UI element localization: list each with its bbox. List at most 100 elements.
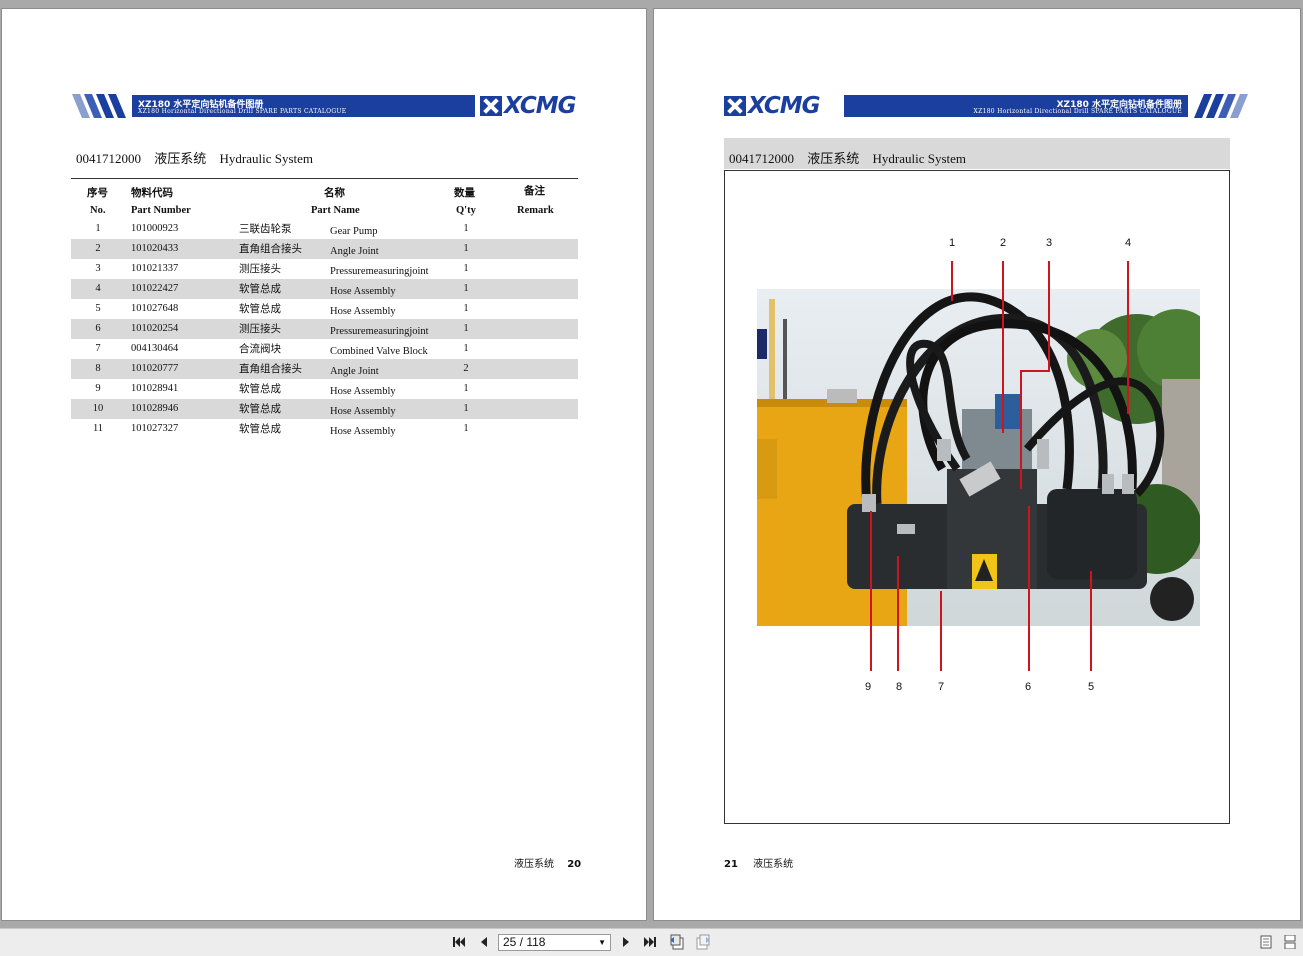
last-page-icon[interactable] <box>643 935 657 949</box>
cell-part-number: 101020254 <box>131 323 179 334</box>
xcmg-logo-text: XCMG <box>748 93 821 119</box>
first-page-icon[interactable] <box>452 935 466 949</box>
cell-no: 9 <box>95 383 101 394</box>
table-row: 7 004130464 合流阀块 Combined Valve Block 1 <box>71 339 578 359</box>
header-qty-cn: 数量 <box>454 188 475 199</box>
header-banner: XZ180 水平定向钻机备件图册 XZ180 Horizontal Direct… <box>72 86 594 118</box>
xcmg-logo-mark <box>724 96 746 116</box>
header-remark-cn: 备注 <box>524 186 545 197</box>
cell-qty: 2 <box>463 363 469 374</box>
cell-part-number: 101022427 <box>131 283 179 294</box>
cell-qty: 1 <box>463 383 469 394</box>
go-forward-icon[interactable] <box>695 934 711 950</box>
page-number-select[interactable]: 25 / 118 ▼ <box>498 934 611 951</box>
footer-section-label: 液压系统 <box>514 859 554 870</box>
header-title-bar: XZ180 水平定向钻机备件图册 XZ180 Horizontal Direct… <box>844 95 1188 117</box>
table-header: 序号 物料代码 名称 数量 备注 No. Part Number Part Na… <box>71 179 578 219</box>
xcmg-logo-mark <box>480 96 502 116</box>
cell-part-number: 101020777 <box>131 363 179 374</box>
header-stripes-graphic <box>72 94 126 118</box>
cell-name-en: Pressuremeasuringjoint <box>330 266 429 277</box>
cell-no: 10 <box>92 403 104 414</box>
table-row: 9 101028941 软管总成 Hose Assembly 1 <box>71 379 578 399</box>
table-row: 4 101022427 软管总成 Hose Assembly 1 <box>71 279 578 299</box>
cell-qty: 1 <box>463 403 469 414</box>
previous-page-icon[interactable] <box>477 935 491 949</box>
cell-no: 11 <box>92 423 104 434</box>
cell-name-cn: 软管总成 <box>239 404 281 415</box>
table-row: 11 101027327 软管总成 Hose Assembly 1 <box>71 419 578 439</box>
cell-qty: 1 <box>463 323 469 334</box>
cell-name-en: Angle Joint <box>330 246 379 257</box>
section-title: 0041712000 液压系统 Hydraulic System <box>729 148 966 167</box>
xcmg-logo: XCMG <box>480 95 577 118</box>
leader-line-3 <box>1020 261 1050 489</box>
cell-no: 8 <box>95 363 101 374</box>
cell-part-number: 101027648 <box>131 303 179 314</box>
cell-part-number: 101028941 <box>131 383 179 394</box>
header-banner: XCMG XZ180 水平定向钻机备件图册 XZ180 Horizontal D… <box>724 86 1248 118</box>
cell-qty: 1 <box>463 263 469 274</box>
go-back-icon[interactable] <box>669 934 685 950</box>
parts-table: 序号 物料代码 名称 数量 备注 No. Part Number Part Na… <box>71 178 578 439</box>
cell-name-cn: 测压接头 <box>239 264 281 275</box>
section-code: 0041712000 <box>76 151 141 166</box>
footer-page-number: 20 <box>567 859 582 870</box>
cell-name-en: Hose Assembly <box>330 306 396 317</box>
table-row: 3 101021337 测压接头 Pressuremeasuringjoint … <box>71 259 578 279</box>
header-no-cn: 序号 <box>87 188 108 199</box>
cell-name-en: Pressuremeasuringjoint <box>330 326 429 337</box>
catalogue-title-en: XZ180 Horizontal Directional Drill SPARE… <box>138 108 347 115</box>
cell-part-number: 101021337 <box>131 263 179 274</box>
table-row: 2 101020433 直角组合接头 Angle Joint 1 <box>71 239 578 259</box>
cell-part-number: 101028946 <box>131 403 179 414</box>
viewer-toolbar: 25 / 118 ▼ <box>0 928 1303 956</box>
header-part-number-en: Part Number <box>131 205 191 216</box>
xcmg-logo: XCMG <box>724 93 821 119</box>
cell-part-number: 004130464 <box>131 343 179 354</box>
cell-part-number: 101020433 <box>131 243 179 254</box>
cell-name-en: Hose Assembly <box>330 386 396 397</box>
page-indicator-text: 25 / 118 <box>503 935 546 949</box>
section-title: 0041712000 液压系统 Hydraulic System <box>76 148 313 167</box>
table-row: 10 101028946 软管总成 Hose Assembly 1 <box>71 399 578 419</box>
hydraulic-system-figure: 1 2 3 4 9 8 7 6 5 <box>724 170 1230 824</box>
section-code: 0041712000 <box>729 151 794 166</box>
single-page-view-icon[interactable] <box>1259 935 1273 949</box>
cell-qty: 1 <box>463 303 469 314</box>
section-name-cn: 液压系统 <box>807 151 860 166</box>
continuous-view-icon[interactable] <box>1283 935 1297 949</box>
table-body: 1 101000923 三联齿轮泵 Gear Pump 1 2 10102043… <box>71 219 578 439</box>
cell-name-cn: 软管总成 <box>239 424 281 435</box>
table-row: 6 101020254 测压接头 Pressuremeasuringjoint … <box>71 319 578 339</box>
cell-name-cn: 软管总成 <box>239 304 281 315</box>
catalogue-title-en: XZ180 Horizontal Directional Drill SPARE… <box>973 108 1182 115</box>
cell-name-en: Gear Pump <box>330 226 378 237</box>
cell-qty: 1 <box>463 423 469 434</box>
cell-no: 5 <box>95 303 101 314</box>
cell-name-cn: 合流阀块 <box>239 344 281 355</box>
header-part-number-cn: 物料代码 <box>131 188 173 199</box>
cell-name-en: Hose Assembly <box>330 406 396 417</box>
cell-name-cn: 直角组合接头 <box>239 244 302 255</box>
cell-no: 2 <box>95 243 101 254</box>
cell-qty: 1 <box>463 283 469 294</box>
cell-no: 7 <box>95 343 101 354</box>
section-title-bar: 0041712000 液压系统 Hydraulic System <box>724 138 1230 169</box>
header-part-name-cn: 名称 <box>324 188 345 199</box>
header-part-name-en: Part Name <box>311 205 360 216</box>
table-row: 5 101027648 软管总成 Hose Assembly 1 <box>71 299 578 319</box>
footer-page-number: 21 <box>724 859 738 870</box>
chevron-down-icon: ▼ <box>598 938 606 947</box>
page-footer: 液压系统 20 <box>514 855 581 870</box>
section-name-en: Hydraulic System <box>872 151 967 166</box>
cell-no: 6 <box>95 323 101 334</box>
callout-leader-lines <box>870 261 1129 671</box>
cell-name-en: Combined Valve Block <box>330 346 428 357</box>
next-page-icon[interactable] <box>619 935 633 949</box>
cell-part-number: 101027327 <box>131 423 179 434</box>
cell-name-cn: 三联齿轮泵 <box>239 224 292 235</box>
section-name-en: Hydraulic System <box>219 151 314 166</box>
cell-name-en: Angle Joint <box>330 366 379 377</box>
cell-qty: 1 <box>463 343 469 354</box>
